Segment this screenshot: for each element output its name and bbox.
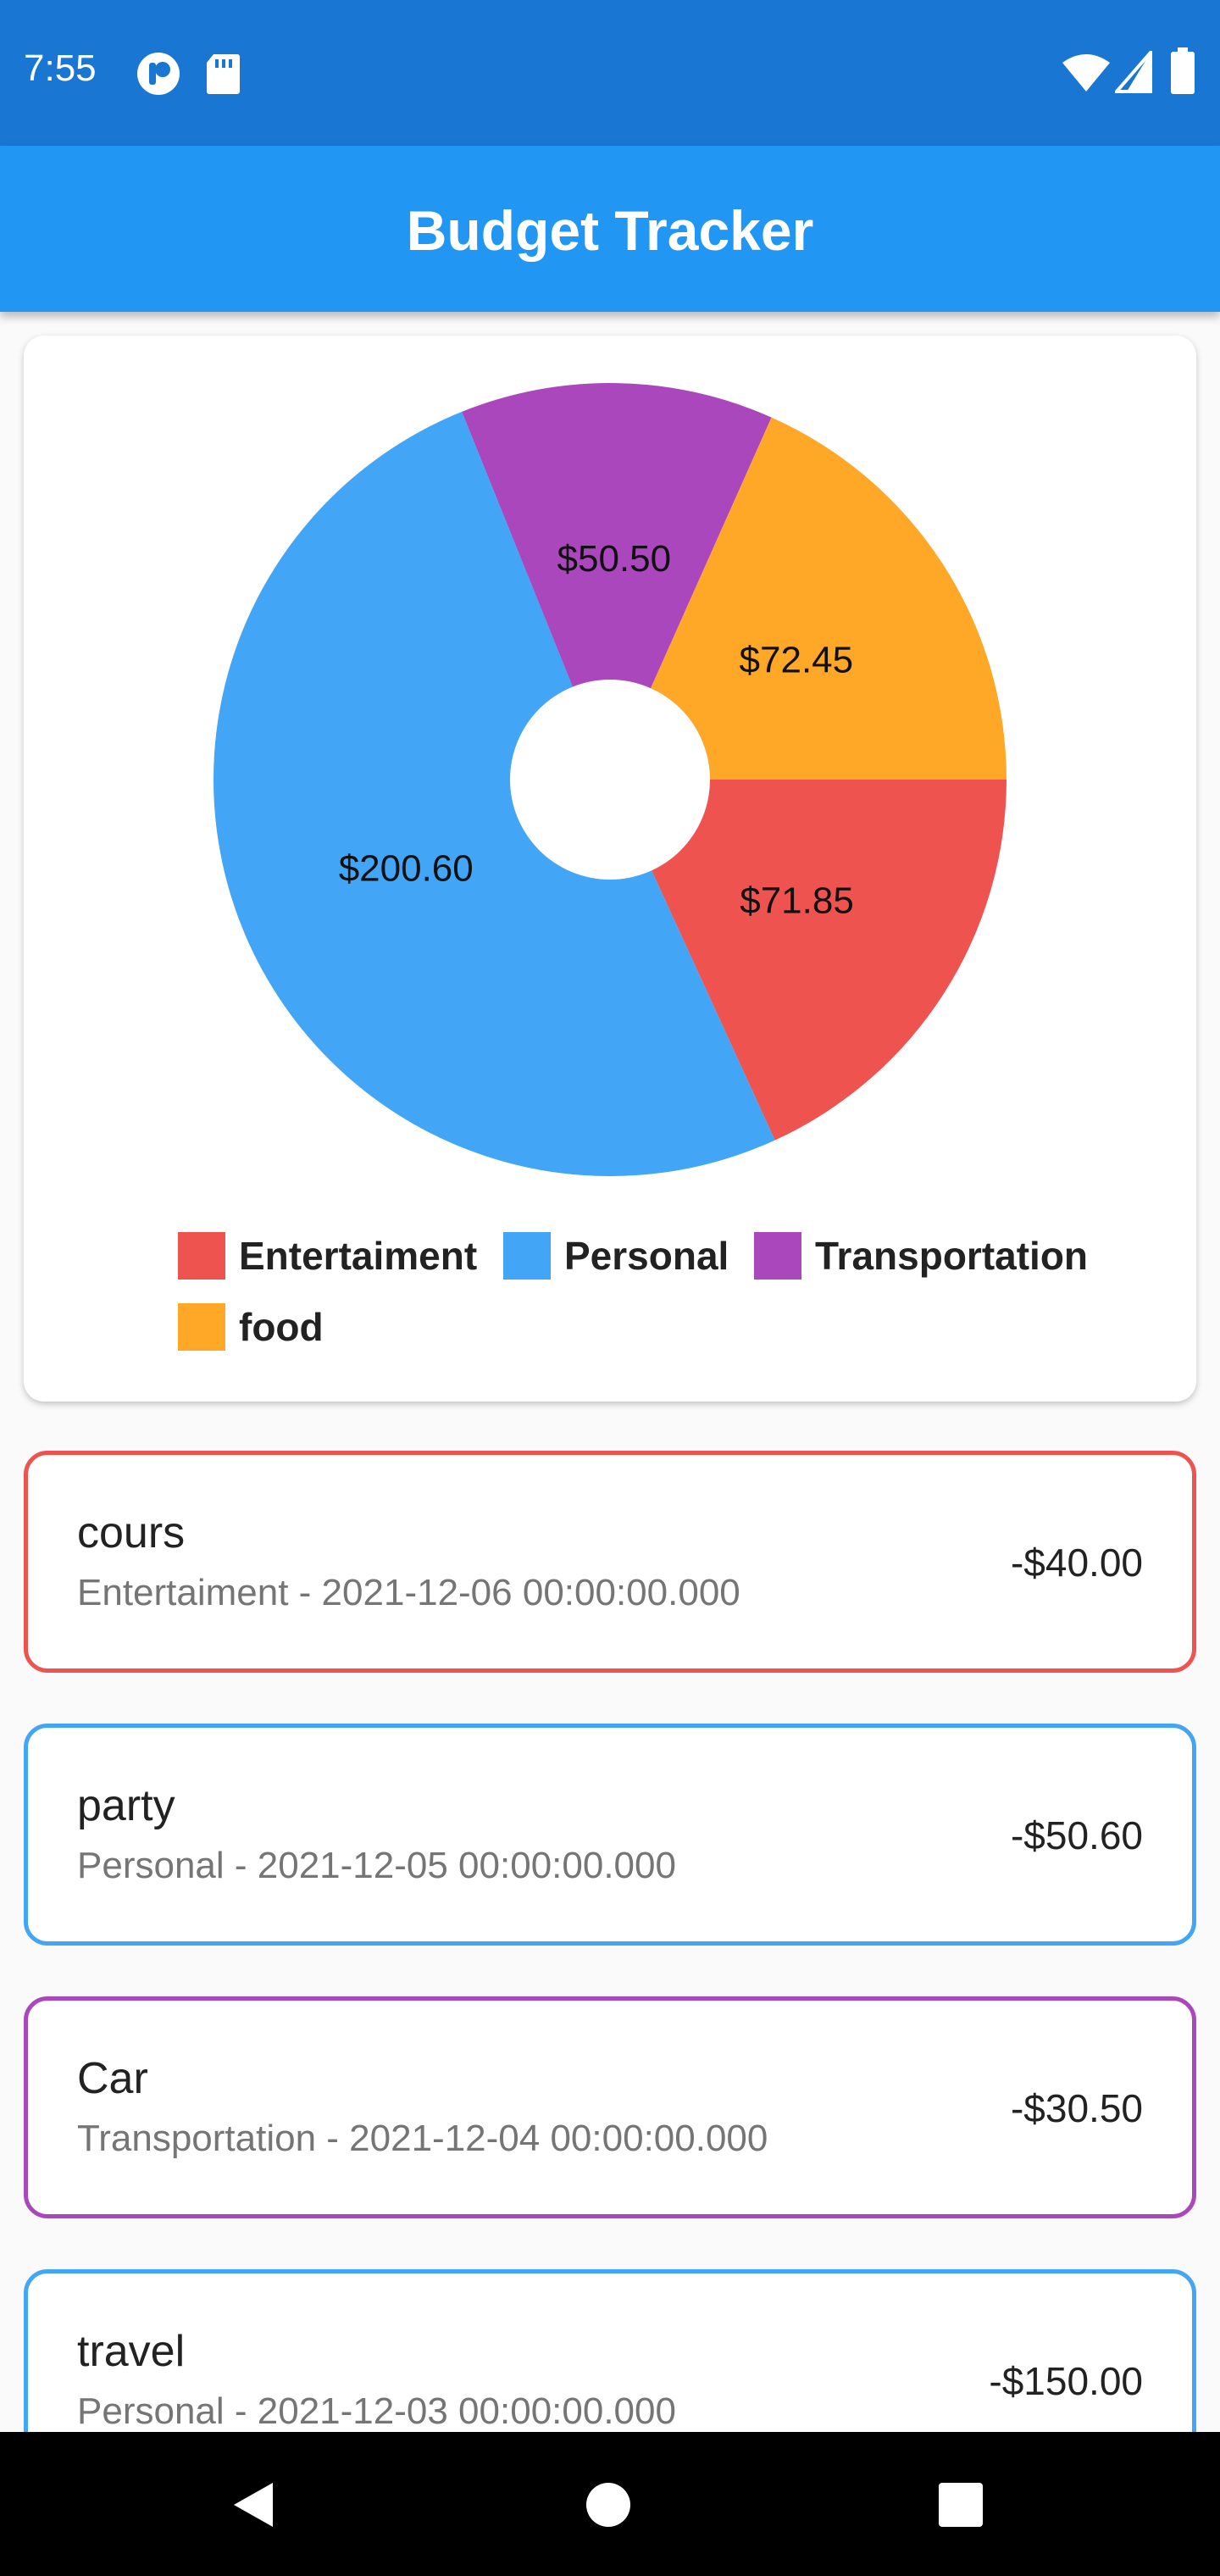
home-icon[interactable]	[585, 2481, 632, 2529]
transaction-card[interactable]: Car Transportation - 2021-12-04 00:00:00…	[24, 1996, 1196, 2218]
transaction-amount: -$40.00	[1010, 1541, 1143, 1585]
status-bar: 7:55	[0, 0, 1220, 146]
legend-item-personal: Personal	[503, 1232, 729, 1280]
transaction-amount: -$150.00	[989, 2359, 1143, 2403]
pie-chart: $71.85 $200.60 $50.50 $72.45	[214, 383, 1006, 1176]
legend-item-food: food	[178, 1303, 324, 1351]
legend-label: Personal	[564, 1234, 729, 1278]
transaction-title: travel	[77, 2327, 186, 2376]
page-title: Budget Tracker	[406, 199, 814, 262]
transaction-title: party	[77, 1781, 175, 1830]
transaction-card[interactable]: cours Entertaiment - 2021-12-06 00:00:00…	[24, 1451, 1196, 1673]
transaction-subtitle: Entertaiment - 2021-12-06 00:00:00.000	[77, 1572, 740, 1613]
legend-item-entertaiment: Entertaiment	[178, 1232, 477, 1280]
transaction-amount: -$30.50	[1010, 2086, 1143, 2130]
pie-slice-label: $200.60	[339, 848, 474, 890]
legend-label: Entertaiment	[239, 1234, 478, 1278]
battery-icon	[1171, 47, 1195, 94]
legend-swatch	[754, 1232, 801, 1280]
legend-swatch	[503, 1232, 551, 1280]
transaction-subtitle: Personal - 2021-12-05 00:00:00.000	[77, 1845, 676, 1886]
pie-slice-label: $72.45	[740, 639, 854, 680]
legend-label: Transportation	[815, 1234, 1089, 1278]
navigation-bar	[0, 2432, 1220, 2576]
recents-icon[interactable]	[937, 2481, 984, 2529]
transaction-title: cours	[77, 1508, 186, 1557]
legend-swatch	[178, 1303, 225, 1351]
back-icon[interactable]	[230, 2479, 276, 2530]
transaction-title: Car	[77, 2054, 148, 2103]
transaction-amount: -$50.60	[1010, 1813, 1143, 1857]
legend-swatch	[178, 1232, 225, 1280]
chart-card: $71.85 $200.60 $50.50 $72.45 Entertaiment P…	[24, 336, 1196, 1402]
transaction-subtitle: Transportation - 2021-12-04 00:00:00.000	[77, 2118, 768, 2159]
donut-hole	[510, 680, 710, 880]
sd-card-icon	[207, 54, 240, 94]
signal-icon	[1115, 51, 1152, 93]
transaction-card[interactable]: party Personal - 2021-12-05 00:00:00.000…	[24, 1724, 1196, 1946]
status-time: 7:55	[24, 47, 97, 89]
legend-item-transportation: Transportation	[754, 1232, 1088, 1280]
app-notification-icon	[137, 53, 180, 95]
transaction-subtitle: Personal - 2021-12-03 00:00:00.000	[77, 2390, 676, 2432]
app-bar: Budget Tracker	[0, 146, 1220, 312]
legend-label: food	[239, 1305, 324, 1349]
wifi-icon	[1062, 54, 1110, 92]
pie-slice-label: $71.85	[740, 880, 854, 922]
pie-slice-label: $50.50	[557, 538, 672, 580]
